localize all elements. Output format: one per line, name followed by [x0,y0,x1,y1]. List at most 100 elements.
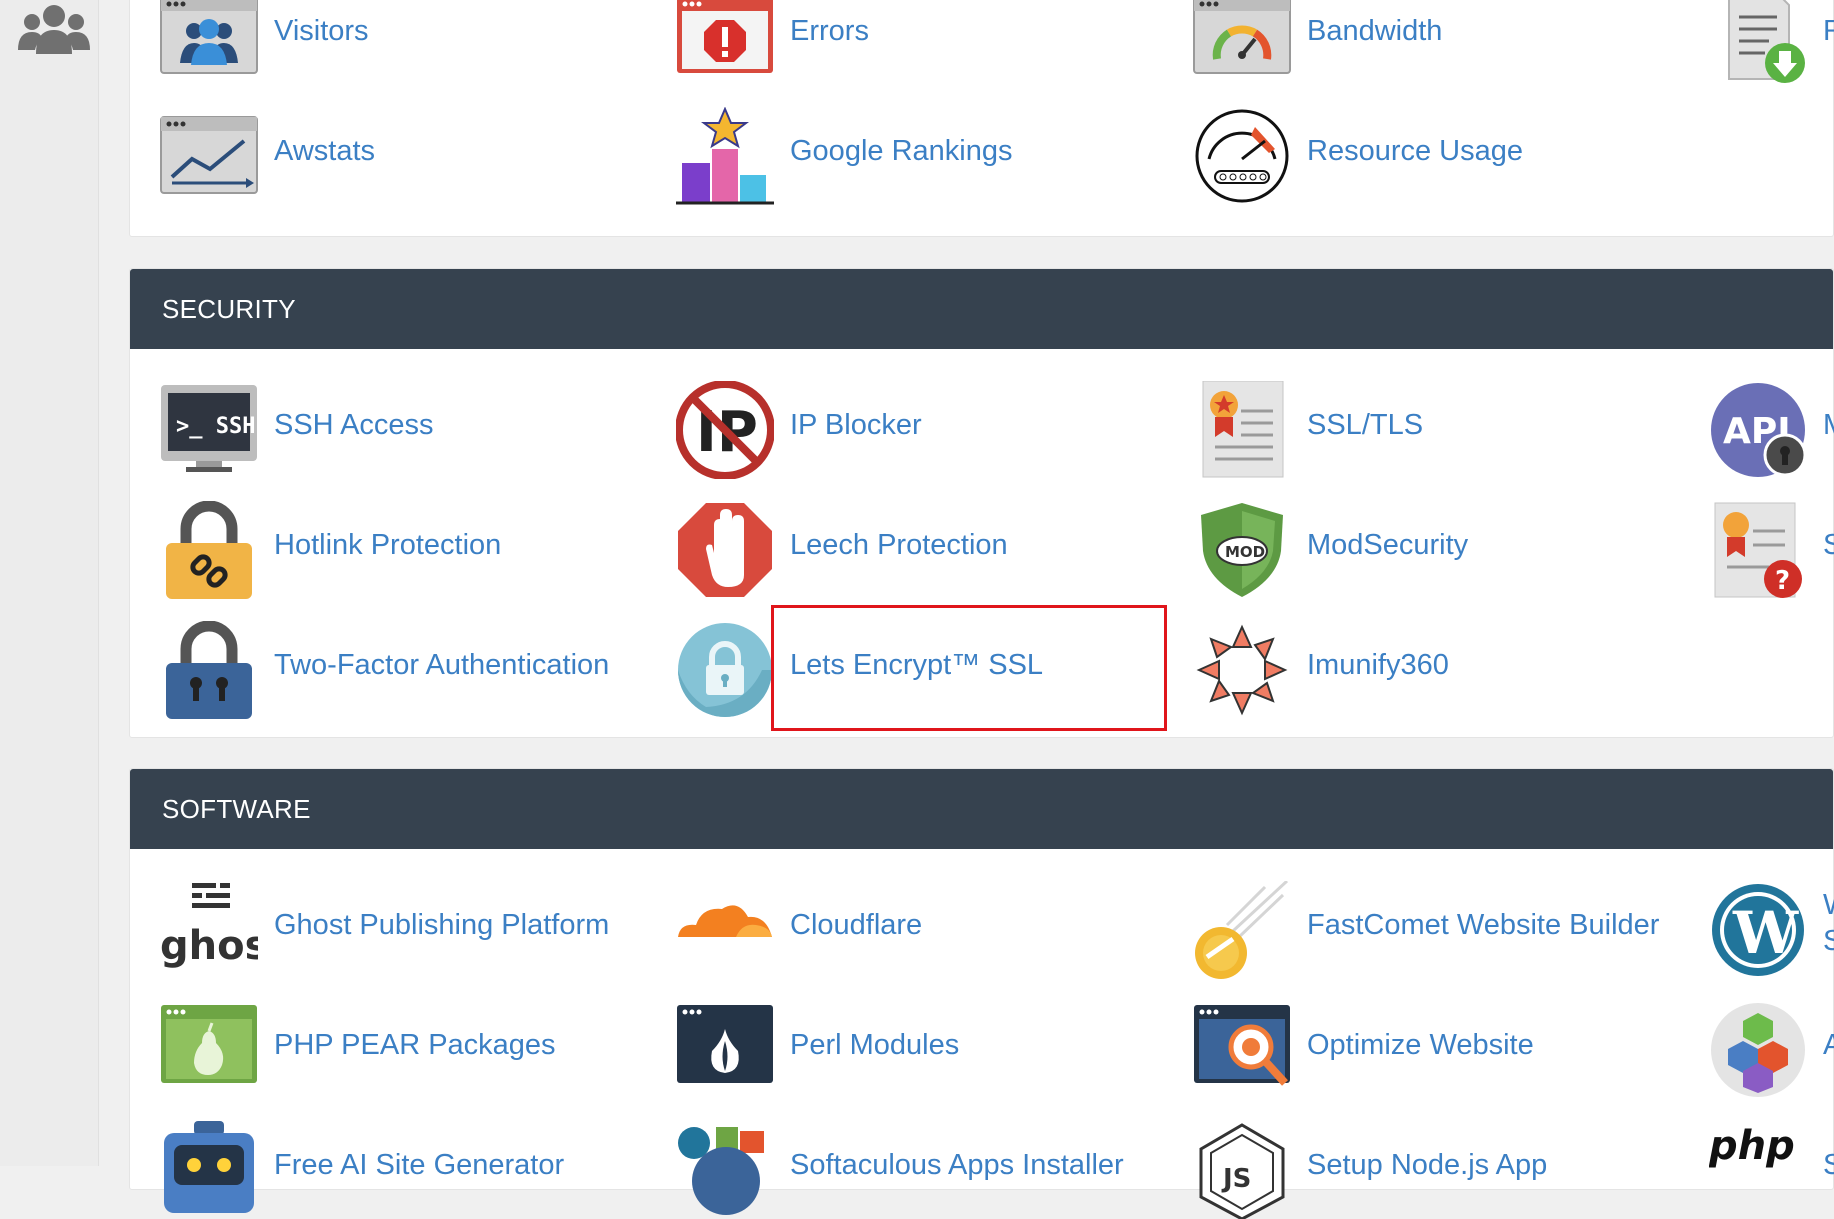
metrics-item-label: Visitors [274,15,369,47]
software-item-label: Perl Modules [790,1029,960,1061]
software-item-label: Cloudflare [790,909,923,941]
security-item-modsecurity[interactable]: MOD ModSecurity [1163,489,1643,599]
security-item-label: Mar [1823,409,1834,442]
security-panel: SECURITY >_ SSH SSH Access IP IP Blocker [129,268,1834,738]
security-item-ssl-tls[interactable]: SSL/TLS [1163,369,1643,479]
metrics-item-label: Errors [790,15,869,47]
main-content: Visitors Errors Bandwidth R Awstats Goog… [129,0,1834,1219]
metrics-item-label: Awstats [274,135,376,167]
bandwidth-icon [1193,0,1291,74]
metrics-item-label: Bandwidth [1307,15,1443,47]
ip-blocker-icon: IP [676,381,774,479]
left-sidebar [0,0,99,1166]
metrics-item-errors[interactable]: Errors [646,0,1126,85]
software-header[interactable]: SOFTWARE [130,769,1833,849]
software-item-wordpress[interactable]: W Wor Soft [1679,869,1834,979]
api-lock-icon: API [1711,383,1807,477]
software-title: SOFTWARE [162,794,311,824]
security-item-ssl-status[interactable]: ? SSL/ [1679,489,1834,599]
software-item-label: Optimize Website [1307,1029,1534,1061]
security-item-imunify360[interactable]: Imunify360 [1163,609,1643,719]
cloudflare-icon [678,905,772,937]
software-item-cloudflare[interactable]: Cloudflare [646,869,1126,979]
software-item-ghost[interactable]: ghost Ghost Publishing Platform [130,869,610,979]
security-item-hotlink-protection[interactable]: Hotlink Protection [130,489,610,599]
security-item-label: Imunify360 [1307,649,1449,681]
padlock-icon [166,621,252,719]
hotlink-lock-icon [166,501,252,599]
mod-shield-icon: MOD [1201,503,1283,597]
ai-robot-icon [164,1121,254,1213]
software-item-free-ai-site-generator[interactable]: Free AI Site Generator [130,1109,610,1219]
security-item-label: Two-Factor Authentication [274,649,610,681]
users-group-icon[interactable] [18,2,90,58]
optimize-gear-icon [1194,1005,1290,1086]
ghost-icon: ghost [160,883,258,969]
ssh-icon: >_ SSH [161,385,257,472]
security-header[interactable]: SECURITY [130,269,1833,349]
fastcomet-icon [1195,881,1289,979]
security-item-lets-encrypt-ssl[interactable]: Lets Encrypt™ SSL [646,609,1126,719]
security-title: SECURITY [162,294,296,324]
software-item-perl-modules[interactable]: Perl Modules [646,989,1126,1099]
metrics-item-bandwidth[interactable]: Bandwidth [1163,0,1643,85]
perl-onion-icon [677,1005,773,1083]
php-logo-text: php [1709,1123,1795,1169]
security-item-label: Lets Encrypt™ SSL [790,649,1044,681]
metrics-item-google-rankings[interactable]: Google Rankings [646,95,1126,205]
software-item-label: PHP PEAR Packages [274,1029,556,1061]
metrics-item-visitors[interactable]: Visitors [130,0,610,85]
software-item-setup-nodejs[interactable]: JS Setup Node.js App [1163,1109,1643,1219]
security-item-leech-protection[interactable]: Leech Protection [646,489,1126,599]
ssl-certificate-icon [1202,381,1284,478]
software-item-softaculous[interactable]: Softaculous Apps Installer [646,1109,1126,1219]
software-item-app[interactable]: App [1679,989,1834,1099]
imunify-icon [1196,624,1288,716]
software-panel: SOFTWARE ghost Ghost Publishing Platform… [129,768,1834,1219]
security-item-label: Hotlink Protection [274,529,502,561]
visitors-icon [160,0,258,74]
metrics-item-label: Raw [1823,15,1834,47]
stop-hand-icon [678,503,772,597]
svg-text:?: ? [1775,566,1790,596]
software-item-label: Wor [1823,889,1834,922]
metrics-item-resource-usage[interactable]: Resource Usage [1163,95,1643,205]
software-item-fastcomet-builder[interactable]: FastComet Website Builder [1163,869,1659,979]
software-item-php-pear[interactable]: PHP PEAR Packages [130,989,610,1099]
metrics-item-label: Google Rankings [790,135,1013,167]
svg-text:JS: JS [1221,1164,1251,1194]
security-item-label: ModSecurity [1307,529,1469,561]
resource-usage-icon [1195,109,1289,203]
wordpress-icon: W [1712,884,1804,976]
nodejs-icon: JS [1199,1123,1285,1219]
software-item-select-php[interactable]: php Sele [1679,1109,1834,1219]
php-logo-icon: php [1709,1123,1795,1169]
security-item-label: SSL/TLS [1307,409,1424,441]
svg-text:ghost: ghost [160,923,258,969]
php-pear-icon [161,1005,257,1083]
security-item-two-factor-authentication[interactable]: Two-Factor Authentication [130,609,610,719]
security-item-label: IP Blocker [790,409,922,441]
app-cubes-icon [1711,1003,1805,1097]
metrics-panel: Visitors Errors Bandwidth R Awstats Goog… [129,0,1834,237]
metrics-item-awstats[interactable]: Awstats [130,95,610,205]
security-item-ssh-access[interactable]: >_ SSH SSH Access [130,369,610,479]
awstats-icon [160,116,258,194]
lets-encrypt-lock-icon [678,623,772,717]
metrics-item-label: Resource Usage [1307,135,1523,167]
svg-text:MOD: MOD [1225,543,1265,561]
errors-icon [677,0,773,73]
security-item-label: SSL/ [1823,529,1834,561]
security-item-ip-blocker[interactable]: IP IP Blocker [646,369,1126,479]
softaculous-icon [678,1127,764,1215]
software-item-label-second-line: Soft [1823,925,1834,957]
raw-access-icon [1728,0,1805,83]
google-rankings-icon [676,107,774,205]
software-item-label: App [1823,1029,1834,1061]
software-item-optimize-website[interactable]: Optimize Website [1163,989,1643,1099]
security-item-manage-api[interactable]: API Mar [1679,369,1834,479]
metrics-item-raw-access[interactable]: Raw [1679,0,1834,85]
ssl-status-icon: ? [1714,502,1802,598]
security-item-label: Leech Protection [790,529,1008,561]
software-item-label: Ghost Publishing Platform [274,909,610,941]
